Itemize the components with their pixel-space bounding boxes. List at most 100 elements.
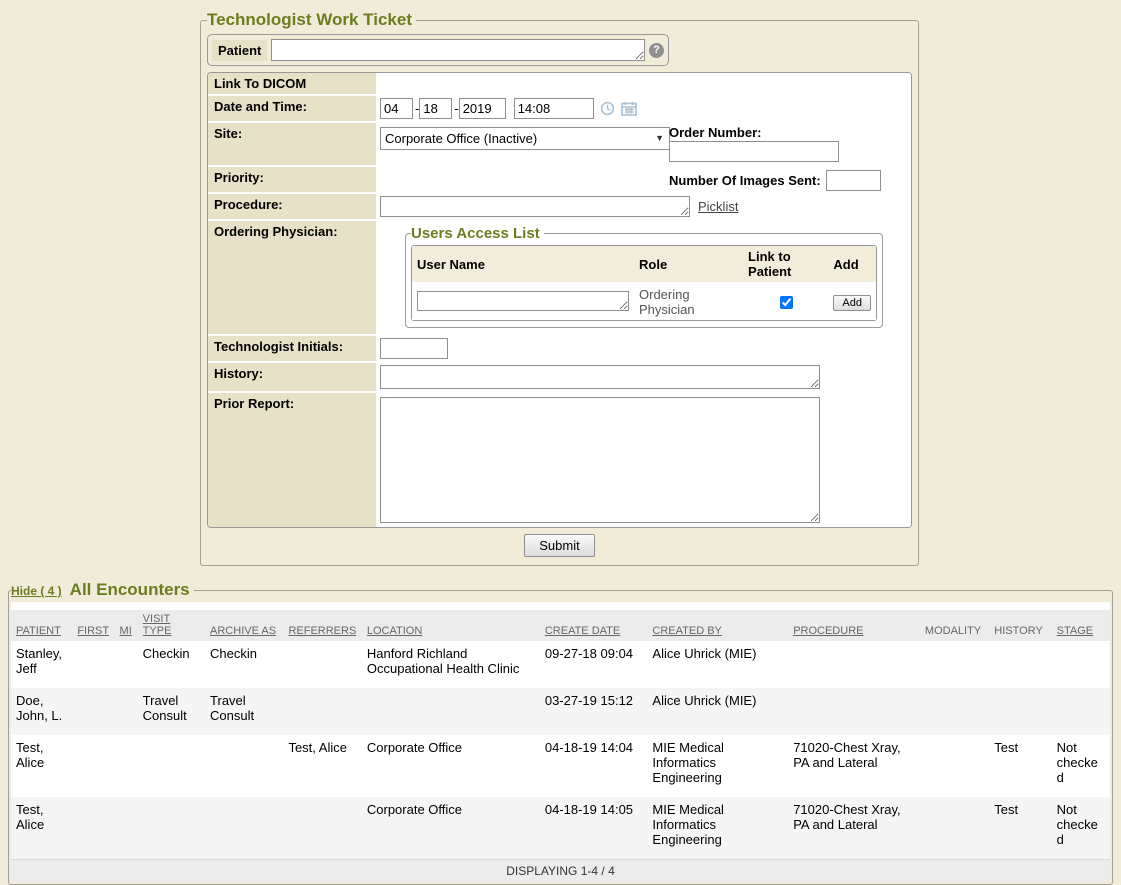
encounter-cell <box>115 797 138 859</box>
site-row: Site: Corporate Office (Inactive) Order … <box>208 123 911 165</box>
encounters-table-wrap: PATIENTFIRSTMIVISIT TYPEARCHIVE ASREFERR… <box>11 602 1110 882</box>
column-header-first[interactable]: FIRST <box>72 610 114 641</box>
role-value: Ordering Physician <box>634 284 743 320</box>
encounter-cell <box>205 797 283 859</box>
encounter-row[interactable]: Test, AliceCorporate Office04-18-19 14:0… <box>11 797 1110 859</box>
link-to-dicom-label: Link To DICOM <box>208 73 376 94</box>
priority-row: Priority: Number Of Images Sent: <box>208 167 911 192</box>
ordering-physician-label: Ordering Physician: <box>208 221 376 334</box>
order-number-input[interactable] <box>669 141 839 162</box>
column-header-location[interactable]: LOCATION <box>362 610 540 641</box>
column-header-referrers[interactable]: REFERRERS <box>283 610 361 641</box>
column-header-create-date[interactable]: CREATE DATE <box>540 610 648 641</box>
encounter-row[interactable]: Test, AliceTest, AliceCorporate Office04… <box>11 735 1110 797</box>
encounter-cell: Test, Alice <box>283 735 361 797</box>
site-label: Site: <box>208 123 376 165</box>
priority-label: Priority: <box>208 167 376 192</box>
calendar-icon[interactable] <box>621 101 637 119</box>
ual-entry-row: Ordering Physician Add <box>412 284 876 320</box>
procedure-input[interactable] <box>380 196 690 217</box>
users-access-list-panel: Users Access List User Name Role Link to… <box>405 225 883 328</box>
link-to-patient-checkbox[interactable] <box>780 296 793 309</box>
encounter-cell <box>1052 688 1110 735</box>
user-name-input[interactable] <box>417 291 629 311</box>
column-header-procedure[interactable]: PROCEDURE <box>788 610 920 641</box>
date-time-row: Date and Time: - - <box>208 96 911 121</box>
column-header-history: HISTORY <box>989 610 1051 641</box>
encounter-cell: Doe, John, L. <box>11 688 72 735</box>
encounter-cell: Test, Alice <box>11 797 72 859</box>
encounter-cell <box>989 688 1051 735</box>
encounter-cell <box>920 735 989 797</box>
encounter-cell <box>205 735 283 797</box>
submit-row: Submit <box>207 528 912 559</box>
encounter-cell: 03-27-19 15:12 <box>540 688 648 735</box>
encounter-cell <box>72 735 114 797</box>
encounters-table: PATIENTFIRSTMIVISIT TYPEARCHIVE ASREFERR… <box>11 610 1110 859</box>
patient-input[interactable] <box>271 39 645 61</box>
encounter-cell <box>788 641 920 688</box>
tech-initials-label: Technologist Initials: <box>208 336 376 361</box>
column-header-archive-as[interactable]: ARCHIVE AS <box>205 610 283 641</box>
encounter-cell <box>72 641 114 688</box>
encounter-cell: Checkin <box>138 641 205 688</box>
images-sent-input[interactable] <box>826 170 881 191</box>
encounter-cell <box>283 641 361 688</box>
encounter-row[interactable]: Doe, John, L. Travel ConsultTravel Consul… <box>11 688 1110 735</box>
encounter-cell <box>1052 641 1110 688</box>
order-number-group: Order Number: <box>669 125 839 162</box>
encounter-cell: Test <box>989 797 1051 859</box>
column-header-mi[interactable]: MI <box>115 610 138 641</box>
users-access-list-title: Users Access List <box>411 225 544 242</box>
column-header-stage[interactable]: STAGE <box>1052 610 1110 641</box>
encounter-cell: Not checked <box>1052 735 1110 797</box>
column-header-created-by[interactable]: CREATED BY <box>647 610 788 641</box>
hide-encounters-link[interactable]: Hide ( 4 ) <box>11 584 62 598</box>
picklist-link[interactable]: Picklist <box>698 199 738 214</box>
order-number-label: Order Number: <box>669 125 839 140</box>
history-label: History: <box>208 363 376 391</box>
date-year-input[interactable] <box>459 98 506 119</box>
encounter-cell <box>138 797 205 859</box>
prior-report-label: Prior Report: <box>208 393 376 527</box>
encounter-cell: Alice Uhrick (MIE) <box>647 688 788 735</box>
column-header-patient[interactable]: PATIENT <box>11 610 72 641</box>
encounter-cell <box>283 797 361 859</box>
work-ticket-form: Link To DICOM Date and Time: - - <box>207 72 912 528</box>
panel-title: Technologist Work Ticket <box>207 10 416 30</box>
add-user-button[interactable]: Add <box>833 295 871 311</box>
encounter-cell: MIE Medical Informatics Engineering <box>647 797 788 859</box>
prior-report-input[interactable] <box>380 397 820 523</box>
encounter-cell <box>788 688 920 735</box>
encounter-cell: Travel Consult <box>205 688 283 735</box>
encounters-paging-status: DISPLAYING 1-4 / 4 <box>11 859 1110 882</box>
time-input[interactable] <box>514 98 594 119</box>
clock-icon[interactable] <box>600 101 615 119</box>
encounter-cell <box>283 688 361 735</box>
encounter-cell: Alice Uhrick (MIE) <box>647 641 788 688</box>
encounter-row[interactable]: Stanley, JeffCheckinCheckinHanford Richl… <box>11 641 1110 688</box>
encounter-cell: Test, Alice <box>11 735 72 797</box>
date-day-input[interactable] <box>419 98 452 119</box>
ual-header-link-to-patient: Link to Patient <box>743 246 828 284</box>
encounter-cell: 71020-Chest Xray, PA and Lateral <box>788 735 920 797</box>
encounter-cell: Travel Consult <box>138 688 205 735</box>
column-header-visit-type[interactable]: VISIT TYPE <box>138 610 205 641</box>
site-select[interactable]: Corporate Office (Inactive) <box>380 127 670 150</box>
encounter-cell <box>72 797 114 859</box>
encounter-cell <box>115 688 138 735</box>
encounter-cell <box>72 688 114 735</box>
encounter-cell: Checkin <box>205 641 283 688</box>
encounters-title: All Encounters <box>70 580 190 600</box>
help-icon[interactable]: ? <box>649 43 664 58</box>
encounter-cell <box>115 641 138 688</box>
encounter-cell: Hanford Richland Occupational Health Cli… <box>362 641 540 688</box>
patient-label: Patient <box>212 40 267 61</box>
users-access-list-table: User Name Role Link to Patient Add Order… <box>411 245 877 321</box>
all-encounters-panel: Hide ( 4 ) All Encounters PATIENTFIRSTMI… <box>8 580 1113 885</box>
date-month-input[interactable] <box>380 98 413 119</box>
tech-initials-input[interactable] <box>380 338 448 359</box>
column-header-modality: MODALITY <box>920 610 989 641</box>
history-input[interactable] <box>380 365 820 389</box>
submit-button[interactable]: Submit <box>524 534 594 557</box>
